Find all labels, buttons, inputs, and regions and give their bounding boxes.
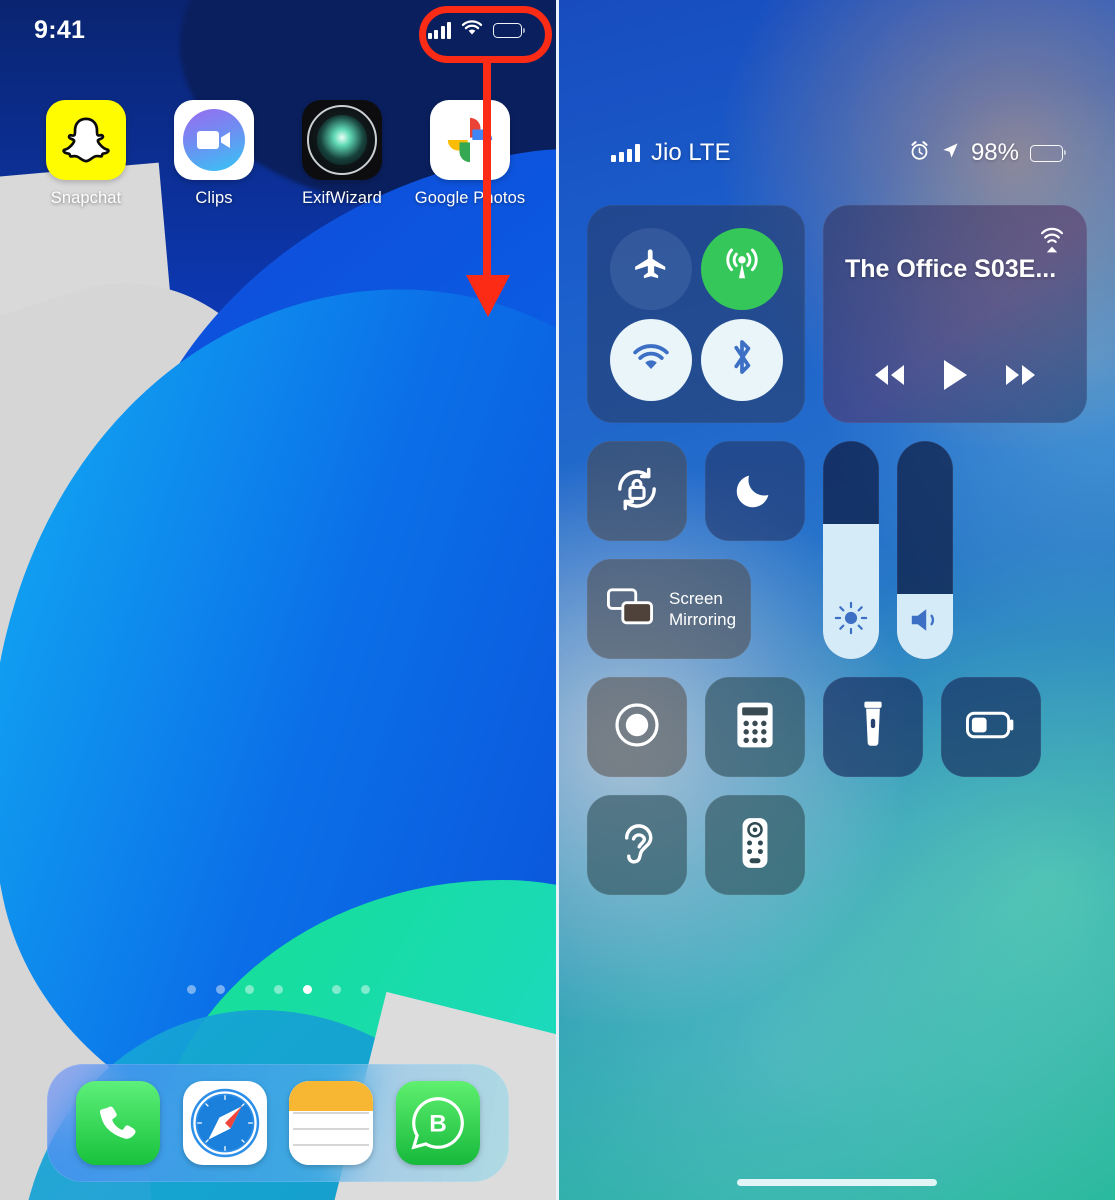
safari-icon[interactable] <box>182 1081 267 1165</box>
camera-lens-outer <box>307 105 377 175</box>
control-center-grid: The Office S03E... Screen Mirroring <box>587 205 1087 913</box>
moon-icon <box>733 467 777 516</box>
dock: B <box>47 1064 509 1182</box>
calculator-button[interactable] <box>705 677 805 777</box>
carrier-group: Jio LTE <box>611 139 731 167</box>
comparison-screenshot: 9:41 Snapchat Clips ExifWizard Google Ph… <box>0 0 1115 1200</box>
status-bar: 9:41 <box>0 0 556 60</box>
screen-mirroring-icon <box>607 587 653 631</box>
app-label: Snapchat <box>50 189 122 207</box>
notes-icon[interactable] <box>289 1081 374 1165</box>
exifwizard-icon <box>302 100 382 180</box>
calculator-icon <box>735 701 775 754</box>
airplane-icon <box>632 247 670 290</box>
app-google-photos[interactable]: Google Photos <box>415 100 525 208</box>
brightness-fill <box>823 523 879 659</box>
battery-icon <box>1030 144 1066 162</box>
rotation-lock-toggle[interactable] <box>587 441 687 541</box>
play-icon[interactable] <box>940 358 970 397</box>
brightness-sun-icon <box>823 601 879 635</box>
connectivity-module[interactable] <box>587 205 805 423</box>
brightness-slider[interactable] <box>823 441 879 659</box>
airplay-audio-icon[interactable] <box>1037 223 1067 258</box>
flashlight-icon <box>860 700 886 755</box>
page-dot <box>244 985 254 994</box>
screen-record-icon <box>613 701 661 754</box>
control-center-screen: Jio LTE 98% The Office S03E... Screen Mi… <box>559 0 1115 1200</box>
cc-row-1: The Office S03E... <box>587 205 1087 423</box>
camera-lens-inner <box>317 115 367 165</box>
page-dot <box>331 985 341 994</box>
app-grid: Snapchat Clips ExifWizard Google Photos <box>0 100 556 208</box>
home-indicator-bar[interactable] <box>737 1179 937 1186</box>
battery-percent-label: 98% <box>970 139 1019 166</box>
cc-row-4 <box>587 795 1087 895</box>
whatsapp-business-icon[interactable]: B <box>395 1081 480 1165</box>
apple-tv-remote-icon <box>741 816 769 875</box>
phone-icon[interactable] <box>76 1081 161 1165</box>
cc-row-3 <box>587 677 1087 777</box>
cellular-bars-icon <box>427 21 451 39</box>
bluetooth-icon <box>727 337 757 382</box>
low-power-mode-button[interactable] <box>941 677 1041 777</box>
app-exifwizard[interactable]: ExifWizard <box>287 100 397 208</box>
status-bar-clock: 9:41 <box>34 15 86 44</box>
hearing-button[interactable] <box>587 795 687 895</box>
cc-row-2: Screen Mirroring <box>587 441 1087 659</box>
airplane-mode-toggle[interactable] <box>609 227 692 310</box>
rewind-icon[interactable] <box>868 362 910 393</box>
app-clips[interactable]: Clips <box>159 100 269 208</box>
google-photos-icon <box>430 100 510 180</box>
location-arrow-icon <box>941 141 960 165</box>
cellular-bars-icon <box>611 144 640 162</box>
wifi-icon <box>461 19 483 41</box>
alarm-clock-icon <box>909 140 930 166</box>
app-label: Google Photos <box>414 189 526 207</box>
screen-recording-button[interactable] <box>587 677 687 777</box>
app-label: ExifWizard <box>302 189 382 207</box>
app-snapchat[interactable]: Snapchat <box>31 100 141 208</box>
cellular-antenna-icon <box>722 246 762 291</box>
bluetooth-toggle[interactable] <box>700 318 783 401</box>
snapchat-icon <box>46 100 126 180</box>
screen-mirroring-button[interactable]: Screen Mirroring <box>587 559 751 659</box>
speaker-volume-icon <box>897 605 953 635</box>
ear-hearing-icon <box>616 819 658 872</box>
do-not-disturb-toggle[interactable] <box>705 441 805 541</box>
svg-text:B: B <box>429 1110 447 1137</box>
page-dot <box>273 985 283 994</box>
page-dot-active <box>302 985 312 994</box>
battery-icon <box>493 22 525 38</box>
rotation-lock-icon <box>612 464 662 519</box>
home-screen: 9:41 Snapchat Clips ExifWizard Google Ph… <box>0 0 556 1200</box>
wifi-toggle[interactable] <box>609 318 692 401</box>
page-dots[interactable] <box>0 985 556 994</box>
carrier-label: Jio LTE <box>651 139 731 166</box>
page-dot <box>360 985 370 994</box>
now-playing-title: The Office S03E... <box>845 255 1057 283</box>
flashlight-button[interactable] <box>823 677 923 777</box>
wifi-icon <box>632 342 670 377</box>
app-label: Clips <box>195 189 233 207</box>
apple-tv-remote-button[interactable] <box>705 795 805 895</box>
volume-slider[interactable] <box>897 441 953 659</box>
page-dot <box>215 985 225 994</box>
page-dot <box>186 985 196 994</box>
now-playing-module[interactable]: The Office S03E... <box>823 205 1087 423</box>
control-center-status-bar: Jio LTE 98% <box>559 132 1115 174</box>
fast-forward-icon[interactable] <box>1000 362 1042 393</box>
status-bar-icons[interactable] <box>427 19 525 41</box>
status-right-group: 98% <box>909 139 1066 167</box>
clips-icon <box>174 100 254 180</box>
cellular-data-toggle[interactable] <box>700 227 783 310</box>
clips-gradient-circle <box>183 109 245 171</box>
screen-mirroring-label: Screen Mirroring <box>669 588 737 629</box>
media-controls <box>845 358 1065 397</box>
low-power-battery-icon <box>966 711 1016 744</box>
